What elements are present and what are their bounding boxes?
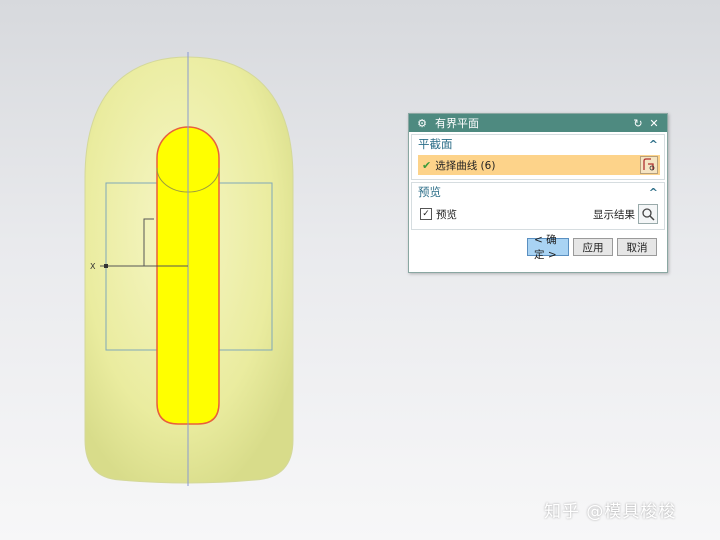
section-preview: 预览 ^ ✓ 预览 显示结果 [411, 182, 665, 230]
preview-checkbox[interactable]: ✓ [420, 208, 432, 220]
watermark: 知乎 @模具梭梭 [544, 502, 677, 522]
chevron-up-icon[interactable]: ^ [649, 138, 658, 151]
preview-label: 预览 [436, 208, 457, 221]
csys-x-label: X [90, 262, 96, 271]
section-cut-header[interactable]: 平截面 ^ [412, 135, 664, 153]
preview-row: ✓ 预览 显示结果 [412, 201, 664, 229]
bounded-plane-dialog: ⚙ 有界平面 ↻ ✕ 平截面 ^ ✔ 选择曲线 (6) 预览 ^ ✓ 预览 显示… [408, 113, 668, 273]
reset-icon[interactable]: ↻ [631, 117, 645, 130]
section-preview-header[interactable]: 预览 ^ [412, 183, 664, 201]
section-preview-title: 预览 [418, 185, 441, 199]
section-cut-title: 平截面 [418, 137, 453, 151]
cancel-button[interactable]: 取消 [617, 238, 657, 256]
dialog-title: 有界平面 [435, 117, 479, 130]
magnifier-icon[interactable] [638, 204, 658, 224]
gear-icon[interactable]: ⚙ [415, 117, 429, 130]
select-curves-label: 选择曲线 (6) [435, 159, 496, 172]
dialog-button-row: < 确定 > 应用 取消 [409, 232, 667, 261]
select-curves-row[interactable]: ✔ 选择曲线 (6) [418, 155, 660, 175]
show-result-label: 显示结果 [593, 208, 635, 221]
apply-button[interactable]: 应用 [573, 238, 613, 256]
ok-button[interactable]: < 确定 > [527, 234, 569, 261]
csys-origin [104, 264, 108, 268]
dialog-titlebar[interactable]: ⚙ 有界平面 ↻ ✕ [409, 114, 667, 132]
close-icon[interactable]: ✕ [647, 117, 661, 130]
checkmark-icon: ✔ [422, 158, 432, 172]
curve-select-icon[interactable] [640, 156, 658, 174]
chevron-up-icon[interactable]: ^ [649, 186, 658, 199]
section-cut: 平截面 ^ ✔ 选择曲线 (6) [411, 134, 665, 180]
